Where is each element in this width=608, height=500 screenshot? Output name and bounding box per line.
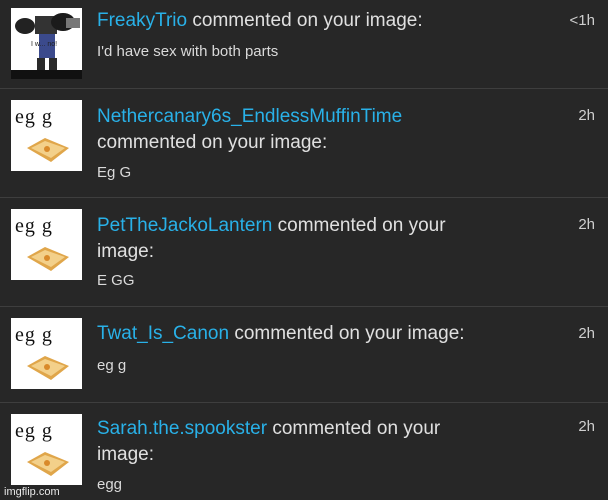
thumbnail-caption: eg g <box>15 215 53 237</box>
timestamp: 2h <box>578 107 595 124</box>
comment-text: egg <box>97 476 123 493</box>
comment-text: E GG <box>97 272 135 289</box>
notification-item[interactable]: eg g Nethercanary6s_EndlessMuffinTime co… <box>0 89 608 198</box>
notification-text: FreakyTrio commented on your image: <box>97 8 423 34</box>
thumbnail-caption: I w... no! <box>31 41 58 48</box>
notification-text: Nethercanary6s_EndlessMuffinTime <box>97 104 402 130</box>
thumbnail-caption: eg g <box>15 420 53 442</box>
comment-text: I'd have sex with both parts <box>97 43 279 60</box>
username-link[interactable]: Nethercanary6s_EndlessMuffinTime <box>97 106 402 127</box>
notification-action-continued: image: <box>97 241 155 262</box>
comment-image-thumbnail[interactable]: eg g <box>11 318 82 389</box>
comment-image-thumbnail[interactable]: eg g <box>11 414 82 485</box>
comment-text: eg g <box>97 357 127 374</box>
comment-image-thumbnail[interactable]: eg g <box>11 209 82 280</box>
timestamp: 2h <box>578 216 595 233</box>
notification-action: commented on your image: <box>234 323 465 344</box>
toast-icon <box>27 138 69 162</box>
timestamp: 2h <box>578 418 595 435</box>
username-link[interactable]: FreakyTrio <box>97 10 187 31</box>
timestamp: 2h <box>578 325 595 342</box>
comment-image-thumbnail[interactable]: eg g <box>11 100 82 171</box>
notification-action: commented on your <box>272 418 441 439</box>
toast-icon <box>27 452 69 476</box>
username-link[interactable]: PetTheJackoLantern <box>97 215 272 236</box>
notification-text: Twat_Is_Canon commented on your image: <box>97 321 465 347</box>
timestamp: <1h <box>569 12 595 29</box>
notification-item[interactable]: eg g Twat_Is_Canon commented on your ima… <box>0 307 608 403</box>
notification-text: Sarah.the.spookster commented on your <box>97 416 440 442</box>
toast-icon <box>27 356 69 380</box>
comment-image-thumbnail[interactable]: I w... no! <box>11 8 82 79</box>
notification-action-continued: image: <box>97 444 155 465</box>
notification-text: PetTheJackoLantern commented on your <box>97 213 446 239</box>
notification-item[interactable]: eg g PetTheJackoLantern commented on you… <box>0 198 608 307</box>
comment-text: Eg G <box>97 164 132 181</box>
imgflip-watermark: imgflip.com <box>4 486 60 498</box>
username-link[interactable]: Twat_Is_Canon <box>97 323 229 344</box>
thumbnail-caption: eg g <box>15 324 53 346</box>
notification-action: commented on your image: <box>192 10 423 31</box>
thumbnail-caption: eg g <box>15 106 53 128</box>
notification-item[interactable]: eg g Sarah.the.spookster commented on yo… <box>0 403 608 500</box>
notification-item[interactable]: I w... no! FreakyTrio commented on your … <box>0 0 608 89</box>
toast-icon <box>27 247 69 271</box>
notification-action: commented on your <box>277 215 446 236</box>
username-link[interactable]: Sarah.the.spookster <box>97 418 267 439</box>
notification-action: commented on your image: <box>97 132 328 153</box>
